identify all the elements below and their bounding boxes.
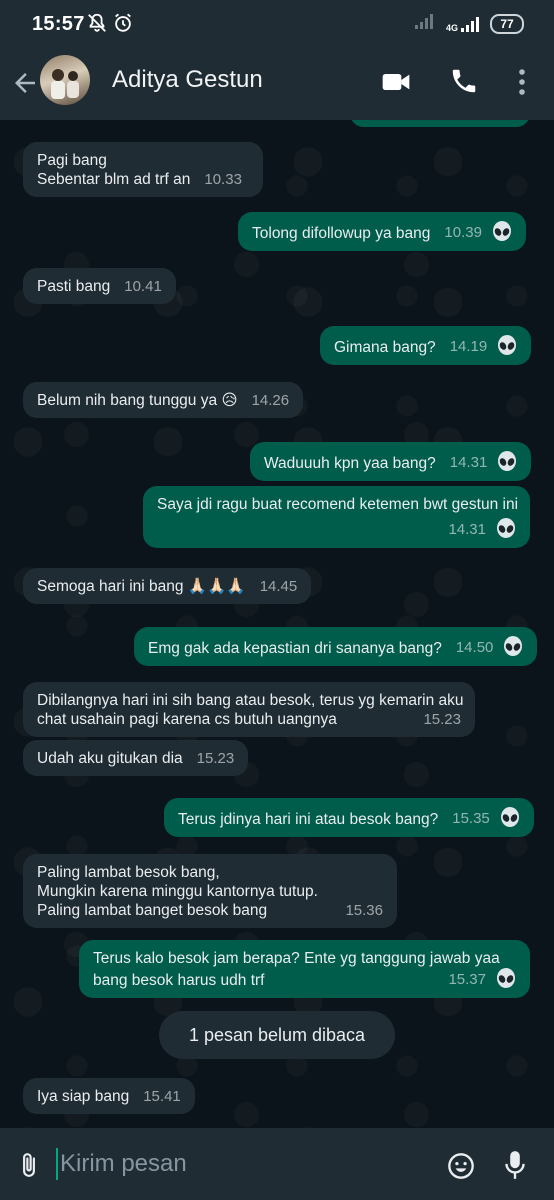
alien-emoji-icon [497, 335, 517, 357]
message-time: 10.39 [444, 223, 482, 241]
message-time: 10.33 [204, 171, 242, 188]
message-bubble-outgoing[interactable]: Terus jdinya hari ini atau besok bang? 15… [164, 798, 534, 837]
message-text: Iya siap bang [37, 1088, 130, 1105]
phone-icon[interactable] [449, 66, 479, 101]
message-bubble-outgoing[interactable]: Emg gak ada kepastian dri sananya bang? 1… [134, 627, 538, 666]
message-text: Pasti bang [37, 278, 111, 295]
message-text: Dibilangnya hari ini sih bang atau besok… [37, 692, 464, 709]
message-bubble-outgoing[interactable]: Tolong difollowup ya bang 10.39 [238, 212, 526, 251]
alarm-icon [112, 12, 134, 39]
message-time: 15.23 [196, 750, 235, 767]
message-bubble-outgoing[interactable]: Waduuuh kpn yaa bang? 14.31 [250, 442, 532, 481]
message-time: 10.41 [124, 278, 162, 295]
message-text: chat usahain pagi karena cs butuh uangny… [37, 711, 337, 728]
message-text: Sebentar blm ad trf an [37, 171, 191, 188]
message-time: 14.31 [448, 520, 486, 538]
paperclip-icon[interactable] [16, 1152, 42, 1183]
video-camera-icon[interactable] [380, 66, 412, 103]
message-bubble-incoming[interactable]: Iya siap bang 15.41 [23, 1078, 195, 1114]
message-text: Terus jdinya hari ini atau besok bang? [178, 811, 439, 828]
message-bubble-outgoing[interactable]: Terus kalo besok jam berapa? Ente yg tan… [79, 940, 530, 998]
message-text: Belum nih bang tunggu ya 😥 [37, 392, 238, 409]
message-text: Terus kalo besok jam berapa? Ente yg tan… [93, 950, 500, 967]
message-time: 15.41 [143, 1088, 181, 1105]
message-text: Waduuuh kpn yaa bang? [264, 455, 436, 472]
status-bar: 15:57 4G 77 [0, 0, 554, 48]
message-time: 15.35 [452, 809, 490, 827]
chat-header: Aditya Gestun [0, 48, 554, 120]
message-text: Saya jdi ragu buat recomend ketemen bwt … [157, 496, 519, 513]
message-time: 15.23 [423, 711, 461, 728]
message-bubble-partial[interactable] [350, 120, 530, 127]
alien-emoji-icon [496, 968, 516, 990]
message-text: Pagi bang [37, 152, 107, 169]
message-time: 14.50 [455, 638, 494, 656]
message-bubble-incoming[interactable]: Paling lambat besok bang, Mungkin karena… [23, 854, 397, 928]
message-time: 15.37 [448, 970, 486, 988]
chat-area[interactable]: Pagi bang Sebentar blm ad trf an 10.33 To… [0, 120, 554, 1128]
arrow-left-icon[interactable] [10, 68, 40, 98]
mute-notifications-icon [86, 12, 108, 39]
unread-messages-banner: 1 pesan belum dibaca [159, 1011, 395, 1059]
network-type: 4G [445, 22, 458, 33]
message-input[interactable] [58, 1148, 420, 1180]
signal-icon [414, 12, 436, 35]
message-text: Gimana bang? [334, 339, 436, 356]
message-composer [0, 1128, 554, 1200]
message-bubble-outgoing[interactable]: Gimana bang? 14.19 [320, 326, 532, 365]
message-bubble-incoming[interactable]: Belum nih bang tunggu ya 😥 14.26 [23, 382, 304, 418]
message-time: 14.19 [449, 337, 488, 355]
message-bubble-incoming[interactable]: Udah aku gitukan dia 15.23 [23, 740, 249, 776]
mobile-data-icon: 4G [446, 15, 480, 33]
message-text: Paling lambat besok bang, [37, 864, 220, 881]
message-text: Tolong difollowup ya bang [252, 225, 431, 242]
message-text: Mungkin karena minggu kantornya tutup. [37, 883, 318, 900]
alien-emoji-icon [496, 518, 516, 540]
contact-name[interactable]: Aditya Gestun [112, 66, 263, 94]
message-time: 14.26 [251, 392, 290, 409]
alien-emoji-icon [497, 451, 517, 473]
message-time: 15.36 [345, 902, 383, 919]
message-bubble-incoming[interactable]: Pagi bang Sebentar blm ad trf an 10.33 [23, 142, 263, 197]
status-time: 15:57 [32, 13, 85, 35]
message-bubble-incoming[interactable]: Pasti bang 10.41 [23, 268, 176, 304]
alien-emoji-icon [492, 221, 512, 243]
emoji-icon[interactable] [447, 1152, 475, 1185]
message-text: Semoga hari ini bang 🙏🏻🙏🏻🙏🏻 [37, 578, 246, 595]
message-text: Emg gak ada kepastian dri sananya bang? [148, 640, 442, 657]
battery-icon: 77 [490, 13, 524, 34]
more-vert-icon[interactable] [510, 66, 534, 103]
avatar[interactable] [40, 55, 90, 105]
message-time: 14.31 [449, 453, 488, 471]
alien-emoji-icon [500, 807, 520, 829]
message-time: 14.45 [259, 578, 298, 595]
message-text: Udah aku gitukan dia [37, 750, 183, 767]
message-bubble-incoming[interactable]: Dibilangnya hari ini sih bang atau besok… [23, 682, 475, 737]
alien-emoji-icon [503, 636, 523, 658]
message-text: bang besok harus udh trf [93, 972, 265, 989]
message-bubble-outgoing[interactable]: Saya jdi ragu buat recomend ketemen bwt … [143, 486, 530, 548]
message-text: Paling lambat banget besok bang [37, 902, 268, 919]
microphone-icon[interactable] [502, 1149, 528, 1186]
message-bubble-incoming[interactable]: Semoga hari ini bang 🙏🏻🙏🏻🙏🏻 14.45 [23, 568, 312, 604]
